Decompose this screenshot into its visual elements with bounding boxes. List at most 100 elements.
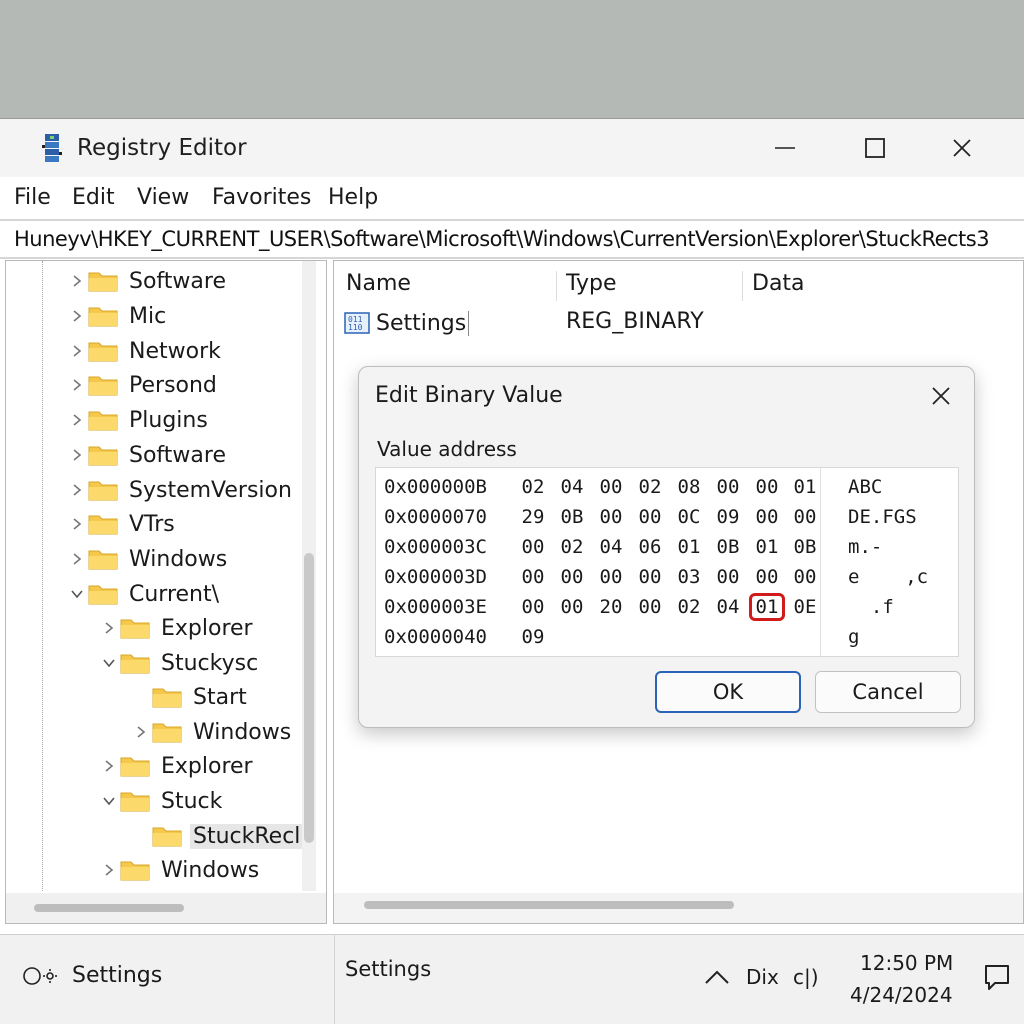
hex-byte[interactable]: 00 <box>596 566 626 588</box>
tree-node[interactable]: Windows <box>130 716 294 748</box>
hex-byte[interactable]: 02 <box>635 476 665 498</box>
hex-byte[interactable]: 00 <box>518 566 548 588</box>
tree-vertical-scroll-thumb[interactable] <box>304 553 314 843</box>
chevron-right-icon[interactable] <box>66 265 88 297</box>
hex-byte[interactable]: 00 <box>518 536 548 558</box>
hex-byte[interactable]: 04 <box>713 596 743 618</box>
chevron-right-icon[interactable] <box>66 369 88 401</box>
hex-byte[interactable]: 00 <box>713 566 743 588</box>
chevron-down-icon[interactable] <box>66 578 88 610</box>
clock-date[interactable]: 4/24/2024 <box>850 983 953 1007</box>
menu-file[interactable]: File <box>14 185 51 210</box>
hex-byte[interactable]: 06 <box>635 536 665 558</box>
hex-byte[interactable]: 08 <box>674 476 704 498</box>
hex-row[interactable]: 0x000003D 00 00 00 00 03 00 00 00 e ,c <box>376 562 960 592</box>
hex-byte[interactable]: 01 <box>749 593 785 621</box>
column-separator[interactable] <box>742 271 743 301</box>
hex-ascii[interactable]: e ,c <box>848 566 928 588</box>
menu-help[interactable]: Help <box>328 185 378 210</box>
chevron-right-icon[interactable] <box>98 854 120 886</box>
hex-byte[interactable]: 0B <box>557 506 587 528</box>
tree-node[interactable]: Stuck <box>98 785 225 817</box>
hex-byte[interactable]: 0B <box>790 536 820 558</box>
hex-row[interactable]: 0x0000040 09 g <box>376 622 960 652</box>
menu-edit[interactable]: Edit <box>72 185 115 210</box>
maximize-button[interactable] <box>835 119 915 177</box>
hex-byte[interactable]: 01 <box>752 536 782 558</box>
hex-byte[interactable]: 20 <box>596 596 626 618</box>
hex-byte[interactable]: 00 <box>596 476 626 498</box>
hex-byte[interactable]: 00 <box>557 566 587 588</box>
hex-byte[interactable]: 09 <box>713 506 743 528</box>
hex-row[interactable]: 0x000003E 00 00 20 00 02 04 01 0E .f <box>376 592 960 622</box>
tree-node[interactable]: SystemVersion <box>66 474 295 506</box>
hex-byte[interactable]: 00 <box>596 506 626 528</box>
chevron-right-icon[interactable] <box>66 543 88 575</box>
address-path[interactable]: Huneyv\HKEY_CURRENT_USER\Software\Micros… <box>14 227 990 251</box>
hex-byte[interactable]: 00 <box>713 476 743 498</box>
hex-byte[interactable]: 02 <box>674 596 704 618</box>
tree-node[interactable]: Windows <box>66 543 230 575</box>
tree-node[interactable]: Windows <box>98 854 262 886</box>
hex-byte[interactable]: 02 <box>518 476 548 498</box>
hex-byte[interactable]: 03 <box>674 566 704 588</box>
hex-byte[interactable]: 00 <box>752 506 782 528</box>
column-header-name[interactable]: Name <box>346 271 411 296</box>
tree-node[interactable]: VTrs <box>66 508 178 540</box>
clock-time[interactable]: 12:50 PM <box>860 951 953 975</box>
tree-node[interactable]: StuckRecl <box>130 820 304 852</box>
language-indicator[interactable]: Dix <box>746 965 779 989</box>
hex-row[interactable]: 0x000000B 02 04 00 02 08 00 00 01 ABC <box>376 472 960 502</box>
tree-node[interactable]: Explorer <box>98 612 256 644</box>
address-bar[interactable]: Huneyv\HKEY_CURRENT_USER\Software\Micros… <box>0 219 1024 259</box>
notification-icon[interactable] <box>983 963 1011 993</box>
tree-horizontal-scroll-thumb[interactable] <box>34 904 184 912</box>
tree-node[interactable]: Plugins <box>66 404 211 436</box>
hex-byte[interactable]: 00 <box>635 506 665 528</box>
hex-byte[interactable]: 0B <box>713 536 743 558</box>
hex-byte[interactable]: 01 <box>790 476 820 498</box>
column-separator[interactable] <box>556 271 557 301</box>
chevron-right-icon[interactable] <box>66 508 88 540</box>
tree-node[interactable]: Current\ <box>66 578 222 610</box>
tree-node[interactable]: Mic <box>66 300 169 332</box>
chevron-right-icon[interactable] <box>98 612 120 644</box>
hex-byte[interactable]: 00 <box>557 596 587 618</box>
hex-byte[interactable]: 00 <box>518 596 548 618</box>
hex-byte[interactable]: 0E <box>790 596 820 618</box>
list-horizontal-scroll-thumb[interactable] <box>364 901 734 909</box>
hex-ascii[interactable]: g <box>848 626 859 648</box>
taskbar-active-app[interactable]: Settings <box>345 957 431 981</box>
column-header-type[interactable]: Type <box>566 271 617 296</box>
tree-node[interactable]: Persond <box>66 369 220 401</box>
chevron-down-icon[interactable] <box>98 785 120 817</box>
taskbar-settings-item[interactable]: Settings <box>22 963 162 988</box>
chevron-right-icon[interactable] <box>66 474 88 506</box>
hex-byte[interactable]: 00 <box>635 596 665 618</box>
hex-row[interactable]: 0x000003C 00 02 04 06 01 0B 01 0B m.- <box>376 532 960 562</box>
chevron-right-icon[interactable] <box>98 750 120 782</box>
tree-node[interactable]: Software <box>66 439 229 471</box>
menu-view[interactable]: View <box>137 185 189 210</box>
tree-node[interactable]: Software <box>66 265 229 297</box>
hex-byte[interactable]: 00 <box>790 506 820 528</box>
chevron-right-icon[interactable] <box>66 335 88 367</box>
hex-byte[interactable]: 29 <box>518 506 548 528</box>
chevron-right-icon[interactable] <box>66 404 88 436</box>
minimize-button[interactable] <box>745 119 825 177</box>
hex-ascii[interactable]: .f <box>848 596 894 618</box>
hex-row[interactable]: 0x0000070 29 0B 00 00 0C 09 00 00 DE.FGS <box>376 502 960 532</box>
hex-byte[interactable]: 00 <box>635 566 665 588</box>
tree-node[interactable]: Stuckysc <box>98 647 261 679</box>
chevron-right-icon[interactable] <box>66 300 88 332</box>
chevron-right-icon[interactable] <box>66 439 88 471</box>
chevron-right-icon[interactable] <box>130 716 152 748</box>
close-button[interactable] <box>922 119 1002 177</box>
hex-byte[interactable]: 00 <box>752 476 782 498</box>
hex-ascii[interactable]: DE.FGS <box>848 506 917 528</box>
menu-favorites[interactable]: Favorites <box>212 185 311 210</box>
hex-byte[interactable]: 02 <box>557 536 587 558</box>
column-header-data[interactable]: Data <box>752 271 805 296</box>
hex-editor[interactable]: 0x000000B 02 04 00 02 08 00 00 01 ABC 0x0000070 29 0… <box>375 467 959 657</box>
hex-ascii[interactable]: ABC <box>848 476 882 498</box>
